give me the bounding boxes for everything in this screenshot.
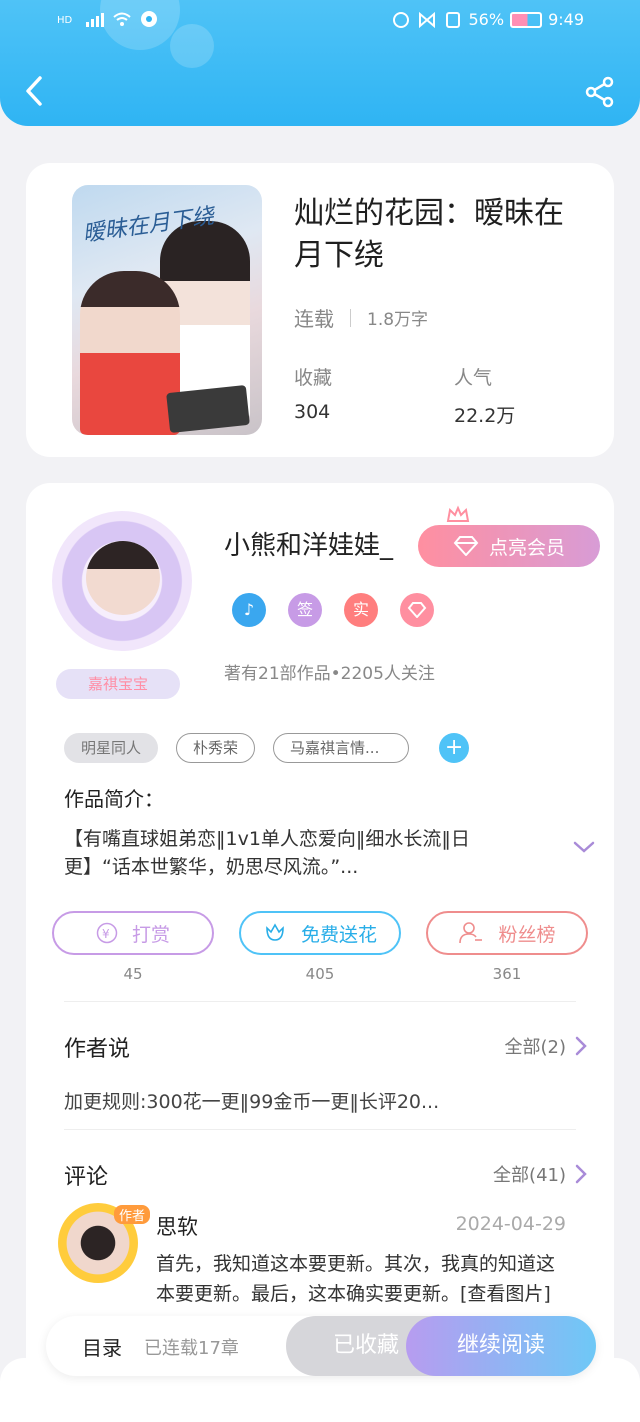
signed-badge[interactable]: 签 <box>288 593 322 627</box>
author-badges: ♪ 签 实 <box>232 593 434 627</box>
nfc-icon <box>443 11 463 29</box>
book-status: 连载 <box>294 307 334 331</box>
chevron-left-icon <box>26 76 42 106</box>
continue-reading-button[interactable]: 继续阅读 <box>406 1316 596 1376</box>
clock: 9:49 <box>548 10 584 29</box>
author-card: 嘉祺宝宝 小熊和洋娃娃_ 点亮会员 ♪ 签 实 著有21部作品•2205人关注 … <box>26 483 614 1422</box>
avatar-tag: 嘉祺宝宝 <box>56 669 180 699</box>
author-name[interactable]: 小熊和洋娃娃_ <box>224 525 393 562</box>
svg-text:¥: ¥ <box>102 927 110 941</box>
crown-icon <box>446 505 470 522</box>
favorites-value: 304 <box>294 401 331 423</box>
chevron-right-icon <box>575 1164 587 1184</box>
flower-count: 405 <box>305 965 335 983</box>
fans-count: 361 <box>492 965 522 983</box>
author-badge: 作者 <box>114 1205 151 1224</box>
diamond-icon <box>453 536 479 556</box>
tag-item[interactable]: 明星同人 <box>64 733 159 763</box>
chevron-down-icon[interactable] <box>572 839 596 855</box>
author-says-more-link[interactable]: 全部(2) <box>505 1033 589 1059</box>
intro-label: 作品简介： <box>64 787 164 811</box>
reward-label: 打赏 <box>131 923 170 946</box>
comment-date: 2024-04-29 <box>455 1213 566 1235</box>
battery-icon <box>510 11 543 28</box>
divider <box>64 1129 576 1130</box>
svg-text:HD: HD <box>57 15 73 26</box>
author-avatar-frame[interactable] <box>52 511 192 651</box>
status-left-icons: HD <box>56 10 160 28</box>
signal-icon <box>84 10 104 28</box>
author-says-title: 作者说 <box>64 1037 131 1062</box>
send-flower-button[interactable]: 免费送花 <box>239 911 401 955</box>
author-says-text[interactable]: 加更规则:300花一更‖99金币一更‖长评20... <box>64 1087 439 1114</box>
book-info-card: 暧昧在月下绕 灿烂的花园：暧昧在月下绕 连载 1.8万字 收藏 304 人气 2… <box>26 163 614 457</box>
verified-badge[interactable]: 实 <box>344 593 378 627</box>
chevron-right-icon <box>575 1036 587 1056</box>
comments-title: 评论 <box>64 1165 109 1190</box>
battery-percent: 56% <box>468 10 505 29</box>
tag-item[interactable]: 马嘉祺言情... <box>273 733 410 763</box>
diamond-badge-icon[interactable] <box>400 593 434 627</box>
fans-ranking-label: 粉丝榜 <box>498 923 556 946</box>
back-button[interactable] <box>22 74 48 108</box>
yen-icon: ¥ <box>96 922 118 944</box>
chapter-count: 已连载17章 <box>144 1338 239 1359</box>
toc-button[interactable]: 目录 <box>82 1332 122 1361</box>
location-icon <box>140 10 160 28</box>
wifi-icon <box>112 10 132 28</box>
avatar <box>86 541 160 615</box>
meta-divider <box>350 308 351 327</box>
reward-count: 45 <box>123 965 143 983</box>
share-icon <box>585 76 614 108</box>
share-button[interactable] <box>584 76 616 108</box>
status-bar: HD 56% 9:49 <box>0 0 640 44</box>
flower-icon <box>266 923 284 941</box>
book-cover[interactable]: 暧昧在月下绕 <box>72 185 262 435</box>
tag-item[interactable]: 朴秀荣 <box>176 733 256 763</box>
status-right-icons: 56% 9:49 <box>391 10 584 29</box>
author-stats: 著有21部作品•2205人关注 <box>224 664 435 684</box>
book-meta: 连载 1.8万字 <box>294 303 428 332</box>
book-title: 灿烂的花园：暧昧在月下绕 <box>294 196 564 273</box>
send-flower-label: 免费送花 <box>300 923 377 946</box>
intro-text: 【有嘴直球姐弟恋‖1v1单人恋爱向‖细水长流‖日更】“话本世繁华，奶思尽风流。”… <box>64 828 470 878</box>
vip-label: 点亮会员 <box>488 536 565 559</box>
fans-ranking-button[interactable]: 粉丝榜 <box>426 911 588 955</box>
add-tag-button[interactable]: + <box>439 733 470 763</box>
popularity-label: 人气 <box>454 367 493 389</box>
comments-more-link[interactable]: 全部(41) <box>493 1161 588 1187</box>
comments-more-label: 全部(41) <box>493 1165 566 1186</box>
reward-button[interactable]: ¥ 打赏 <box>52 911 214 955</box>
divider <box>64 1001 576 1002</box>
book-word-count: 1.8万字 <box>367 310 429 330</box>
popularity-value: 22.2万 <box>454 405 516 427</box>
cover-boy-figure <box>80 271 180 435</box>
cover-clapboard <box>166 384 250 434</box>
butterfly-icon <box>417 11 437 29</box>
vip-button[interactable]: 点亮会员 <box>418 525 600 567</box>
author-says-more-label: 全部(2) <box>504 1037 567 1058</box>
hd-icon: HD <box>56 10 76 28</box>
favorites-label: 收藏 <box>294 367 333 389</box>
bottom-action-bar: 目录 已连载17章 已收藏 继续阅读 <box>46 1316 596 1376</box>
user-icon <box>459 922 483 944</box>
comment-user-name[interactable]: 思软 <box>156 1211 198 1241</box>
comment-text[interactable]: 首先，我知道这本要更新。其次，我真的知道这本要更新。最后，这本确实要更新。[查看… <box>156 1249 568 1317</box>
app-notification-icon <box>391 11 411 29</box>
tag-list: 明星同人 朴秀荣 马嘉祺言情... + <box>64 733 470 763</box>
header: HD 56% 9:49 <box>0 0 640 126</box>
music-badge-icon[interactable]: ♪ <box>232 593 266 627</box>
